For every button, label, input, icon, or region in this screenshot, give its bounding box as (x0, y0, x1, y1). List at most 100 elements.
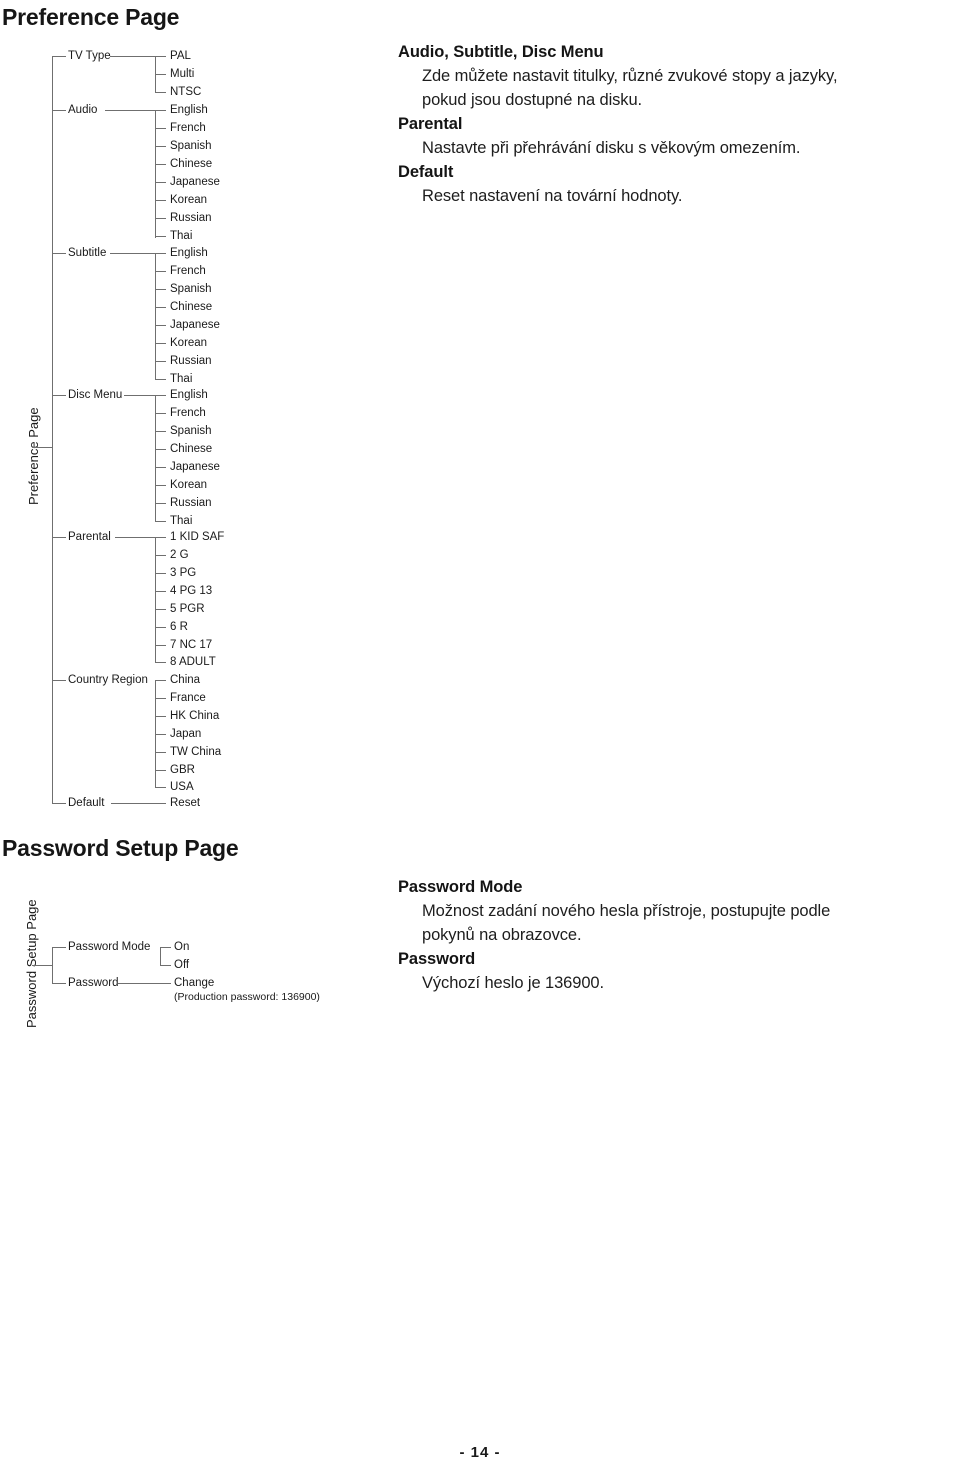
list-item: 5 PGR (170, 603, 205, 615)
leaf-connector (155, 573, 166, 574)
leaf-connector (155, 555, 166, 556)
description-line: Nastavte při přehrávání disku s věkovým … (422, 139, 801, 157)
list-item: Chinese (170, 301, 213, 313)
list-item: French (170, 265, 206, 277)
list-item: 3 PG (170, 567, 197, 579)
list-item: Spanish (170, 425, 212, 437)
preference-tree-trunk (52, 56, 53, 803)
list-item: 2 G (170, 549, 189, 561)
description-term: Password (398, 950, 476, 968)
leaf-connector (155, 537, 166, 538)
leaf-connector (155, 521, 166, 522)
password-setup-page-side-label: Password Setup Page (24, 899, 39, 1028)
list-item: Chinese (170, 443, 213, 455)
category-disc-menu: Disc Menu (68, 389, 123, 401)
leaf-connector (155, 128, 166, 129)
branch-connector (52, 803, 66, 804)
leaf-connector (155, 289, 166, 290)
list-item: Spanish (170, 140, 212, 152)
list-item: GBR (170, 764, 195, 776)
category-password-mode: Password Mode (68, 941, 151, 953)
leaf-connector (155, 787, 166, 788)
list-item: 7 NC 17 (170, 639, 213, 651)
list-item: 4 PG 13 (170, 585, 213, 597)
preference-page-side-label: Preference Page (26, 407, 41, 505)
leaf-connector (155, 56, 166, 57)
branch-connector (52, 680, 66, 681)
list-item: NTSC (170, 86, 202, 98)
description-line: Možnost zadání nového hesla přístroje, p… (422, 902, 831, 920)
leaf-connector (155, 395, 166, 396)
leaf-connector (155, 325, 166, 326)
list-item: Thai (170, 515, 193, 527)
leaf-connector (155, 218, 166, 219)
list-item: Reset (170, 797, 201, 809)
description-term: Parental (398, 115, 463, 133)
leaf-connector (155, 609, 166, 610)
category-audio: Audio (68, 104, 98, 116)
list-item: Spanish (170, 283, 212, 295)
list-item: English (170, 389, 208, 401)
leaf-connector (160, 947, 171, 948)
list-item: French (170, 407, 206, 419)
description-term: Default (398, 163, 454, 181)
leaf-connector (155, 662, 166, 663)
list-item: Japan (170, 728, 202, 740)
branch-connector (111, 803, 166, 804)
list-item: French (170, 122, 206, 134)
branch-connector (52, 253, 66, 254)
preference-description-column: Audio, Subtitle, Disc Menu Zde můžete na… (398, 40, 950, 208)
leaf-connector (160, 965, 171, 966)
branch-connector (52, 395, 66, 396)
list-item: Thai (170, 373, 193, 385)
preference-page-heading: Preference Page (2, 4, 180, 30)
list-item: Japanese (170, 176, 220, 188)
leaf-connector (155, 146, 166, 147)
password-tree-trunk-stub (32, 965, 53, 966)
list-item: On (174, 941, 190, 953)
list-item: China (170, 674, 201, 686)
leaf-connector (155, 698, 166, 699)
description-term: Audio, Subtitle, Disc Menu (398, 43, 604, 61)
branch-connector (52, 983, 66, 984)
leaf-connector (155, 734, 166, 735)
list-item: Korean (170, 337, 208, 349)
list-item: 6 R (170, 621, 188, 633)
leaf-connector (155, 307, 166, 308)
manual-page: Preference Page Preference Page TV Type … (0, 0, 960, 1481)
list-item: France (170, 692, 206, 704)
branch-connector (124, 395, 155, 396)
branch-connector (52, 56, 66, 57)
leaf-connector (155, 236, 166, 237)
list-item: Russian (170, 212, 212, 224)
description-line: pokynů na obrazovce. (422, 926, 582, 944)
password-setup-page-heading: Password Setup Page (2, 835, 239, 861)
leaf-connector (155, 627, 166, 628)
leaf-connector (155, 485, 166, 486)
leaf-connector (155, 413, 166, 414)
branch-connector (115, 537, 155, 538)
list-item: Russian (170, 355, 212, 367)
leaf-connector (155, 449, 166, 450)
list-item: Off (174, 959, 190, 971)
list-item: Japanese (170, 461, 220, 473)
list-item: Japanese (170, 319, 220, 331)
list-item: Korean (170, 479, 208, 491)
page-number: - 14 - (459, 1444, 501, 1461)
leaf-connector (155, 379, 166, 380)
list-item: Korean (170, 194, 208, 206)
list-item: Russian (170, 497, 212, 509)
leaf-connector (155, 752, 166, 753)
leaf-connector (155, 361, 166, 362)
leaf-connector (155, 716, 166, 717)
leaf-connector (155, 74, 166, 75)
category-subtitle: Subtitle (68, 247, 107, 259)
leaf-connector (155, 200, 166, 201)
branch-connector (52, 110, 66, 111)
list-item: Change (174, 977, 215, 989)
description-term: Password Mode (398, 878, 523, 896)
branch-connector (110, 56, 155, 57)
leaf-connector (155, 271, 166, 272)
list-item: 1 KID SAF (170, 531, 225, 543)
list-item: 8 ADULT (170, 656, 216, 668)
